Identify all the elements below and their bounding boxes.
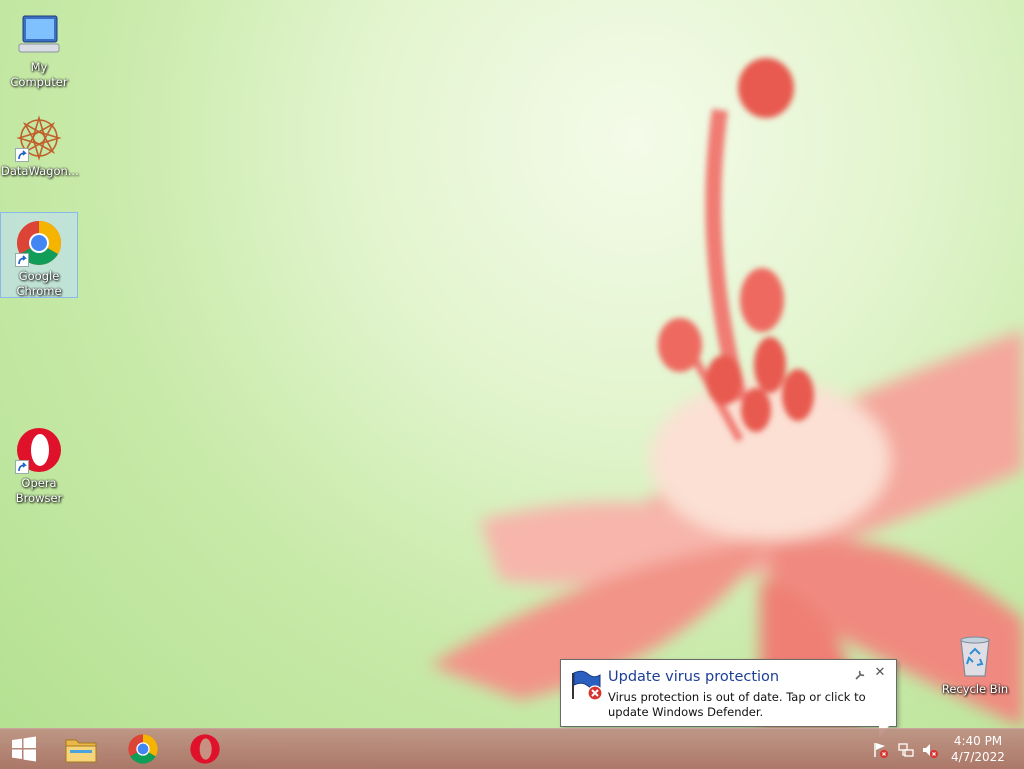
desktop-icon-opera-browser[interactable]: Opera Browser bbox=[1, 420, 77, 506]
desktop-icon-label: Recycle Bin bbox=[941, 682, 1009, 696]
notification-message: Virus protection is out of date. Tap or … bbox=[608, 690, 866, 719]
defender-flag-error-icon bbox=[570, 669, 604, 703]
notification-title: Update virus protection bbox=[608, 669, 780, 685]
shortcut-arrow-icon bbox=[15, 148, 29, 162]
chrome-icon bbox=[15, 219, 63, 267]
desktop-icon-label: DataWagon... bbox=[1, 164, 79, 178]
desktop-wallpaper bbox=[430, 58, 1024, 728]
action-center-alert-icon[interactable] bbox=[872, 741, 890, 759]
volume-muted-icon[interactable] bbox=[921, 741, 939, 759]
desktop-icon-label: Google Chrome bbox=[16, 269, 62, 298]
desktop-icon-recycle-bin[interactable]: Recycle Bin bbox=[937, 626, 1013, 697]
taskbar-chrome[interactable] bbox=[120, 729, 166, 769]
notification-options-icon[interactable] bbox=[854, 669, 866, 681]
chrome-icon bbox=[128, 734, 158, 764]
desktop-icon-label: Opera Browser bbox=[15, 476, 63, 505]
recycle-bin-icon bbox=[951, 632, 999, 680]
network-icon[interactable] bbox=[897, 741, 915, 759]
opera-icon bbox=[190, 734, 220, 764]
shortcut-arrow-icon bbox=[15, 460, 29, 474]
notification-balloon[interactable]: Update virus protection Virus protection… bbox=[560, 659, 897, 738]
desktop-icon-datawagon[interactable]: DataWagon... bbox=[1, 108, 79, 179]
windows-logo-icon bbox=[12, 736, 36, 762]
taskbar-clock[interactable]: 4:40 PM 4/7/2022 bbox=[948, 733, 1008, 765]
desktop-icon-my-computer[interactable]: My Computer bbox=[1, 4, 77, 90]
file-explorer-icon bbox=[65, 739, 97, 763]
start-button[interactable] bbox=[0, 729, 48, 769]
opera-icon bbox=[15, 426, 63, 474]
datawagon-icon bbox=[15, 114, 63, 162]
clock-time: 4:40 PM bbox=[953, 734, 1003, 748]
desktop-icon-google-chrome[interactable]: Google Chrome bbox=[0, 212, 78, 298]
computer-icon bbox=[15, 10, 63, 58]
taskbar-file-explorer[interactable] bbox=[58, 729, 104, 769]
taskbar-opera[interactable] bbox=[182, 729, 228, 769]
shortcut-arrow-icon bbox=[15, 253, 29, 267]
desktop-icon-label: My Computer bbox=[10, 60, 68, 89]
notification-close-icon[interactable]: ✕ bbox=[873, 666, 887, 680]
clock-date: 4/7/2022 bbox=[951, 750, 1005, 764]
taskbar: 4:40 PM 4/7/2022 bbox=[0, 728, 1024, 769]
